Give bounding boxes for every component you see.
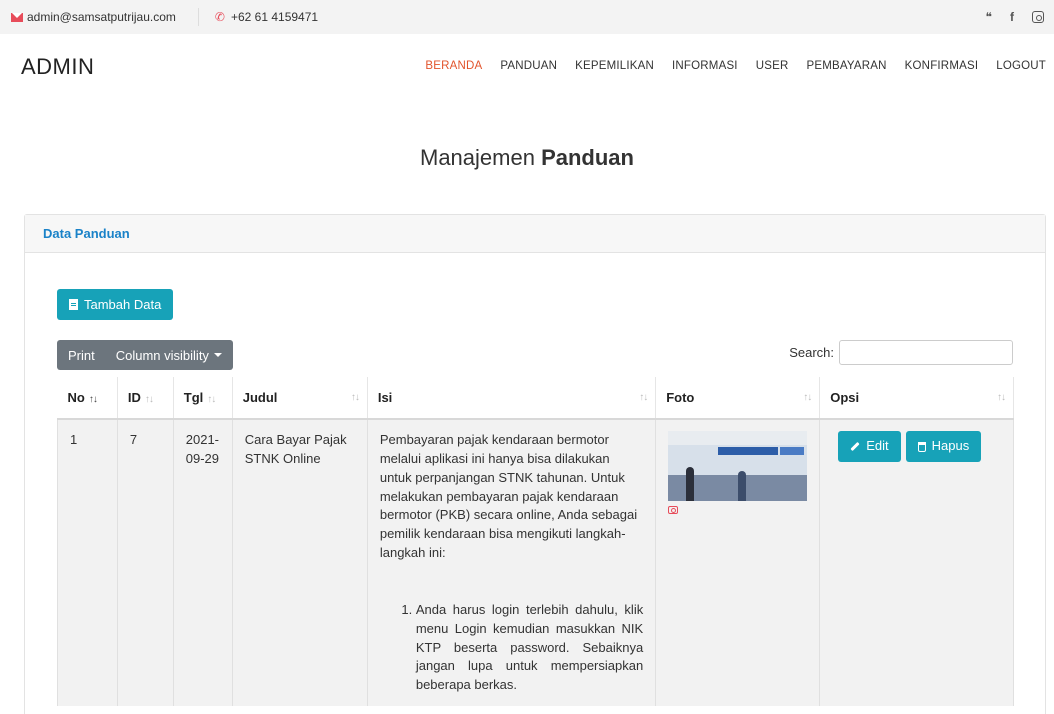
phone-text: +62 61 4159471 xyxy=(230,10,319,24)
isi-steps-list: Anda harus login terlebih dahulu, klik m… xyxy=(380,601,643,695)
sort-icon: ↑↓ xyxy=(639,392,648,403)
camera-icon[interactable] xyxy=(668,506,679,514)
facebook-icon[interactable]: f xyxy=(1010,10,1014,24)
cell-isi: Pembayaran pajak kendaraan bermotor mela… xyxy=(367,419,657,707)
nav-menu: BERANDA PANDUAN KEPEMILIKAN INFORMASI US… xyxy=(407,60,1046,72)
column-header-id[interactable]: ID ↑↓ xyxy=(117,377,174,420)
twitter-icon[interactable]: ❝ xyxy=(986,10,992,24)
table-export-buttons: Print Column visibility xyxy=(57,340,233,370)
data-card: Data Panduan Tambah Data Print Column vi… xyxy=(24,214,1046,714)
nav-item-logout[interactable]: LOGOUT xyxy=(996,60,1046,72)
isi-paragraph: Pembayaran pajak kendaraan bermotor mela… xyxy=(379,432,638,561)
search-input[interactable] xyxy=(839,340,1013,365)
cell-opsi: Edit Hapus xyxy=(819,419,1014,707)
pencil-icon xyxy=(850,441,860,452)
sort-icon: ↑↓ xyxy=(144,394,154,405)
top-contact-bar: admin@samsatputrijau.com ✆ +62 61 415947… xyxy=(0,0,1054,34)
table-header-row: No ↑↓ ID ↑↓ Tgl ↑↓ Judul ↑↓ Isi ↑↓ Foto ↑↓ Ops… xyxy=(57,377,1014,420)
sort-icon: ↑↓ xyxy=(997,392,1006,403)
column-header-judul[interactable]: Judul ↑↓ xyxy=(232,377,368,420)
email-text: admin@samsatputrijau.com xyxy=(27,10,176,24)
column-visibility-button[interactable]: Column visibility xyxy=(105,340,233,370)
cell-tgl-line1: 2021- xyxy=(185,432,219,447)
edit-button[interactable]: Edit xyxy=(838,431,901,462)
sort-icon: ↑↓ xyxy=(350,392,360,403)
add-data-button[interactable]: Tambah Data xyxy=(57,289,174,320)
nav-item-panduan[interactable]: PANDUAN xyxy=(500,60,557,72)
nav-item-kepemilikan[interactable]: KEPEMILIKAN xyxy=(575,60,654,72)
column-header-tgl[interactable]: Tgl ↑↓ xyxy=(173,377,233,420)
nav-item-beranda[interactable]: BERANDA xyxy=(425,60,482,72)
nav-item-informasi[interactable]: INFORMASI xyxy=(672,60,738,72)
nav-item-user[interactable]: USER xyxy=(756,60,789,72)
phone-icon: ✆ xyxy=(214,10,225,24)
contact-phone: ✆ +62 61 4159471 xyxy=(215,10,318,24)
table-row: 1 7 2021- 09-29 Cara Bayar Pajak STNK On… xyxy=(57,419,1014,707)
main-navbar: ADMIN BERANDA PANDUAN KEPEMILIKAN INFORM… xyxy=(0,46,1054,90)
isi-step-item: Anda harus login terlebih dahulu, klik m… xyxy=(416,601,643,695)
nav-item-pembayaran[interactable]: PEMBAYARAN xyxy=(806,60,886,72)
brand-logo[interactable]: ADMIN xyxy=(21,54,94,80)
page-title-prefix: Manajemen xyxy=(420,145,535,170)
nav-item-konfirmasi[interactable]: KONFIRMASI xyxy=(905,60,979,72)
card-header: Data Panduan xyxy=(25,215,1045,253)
card-header-title: Data Panduan xyxy=(43,226,130,241)
column-header-opsi[interactable]: Opsi ↑↓ xyxy=(819,377,1014,420)
column-header-foto[interactable]: Foto ↑↓ xyxy=(655,377,821,420)
search-label: Search: xyxy=(789,345,834,360)
caret-down-icon xyxy=(213,353,222,357)
row-actions: Edit Hapus xyxy=(832,431,1001,462)
page-title: Manajemen Panduan xyxy=(0,145,1054,171)
cell-foto xyxy=(655,419,821,707)
guide-photo[interactable] xyxy=(668,431,808,501)
column-header-no[interactable]: No ↑↓ xyxy=(57,377,118,420)
contact-email: admin@samsatputrijau.com xyxy=(11,10,176,24)
cell-tgl-line2: 09-29 xyxy=(185,450,219,466)
edit-label: Edit xyxy=(866,438,889,454)
print-button[interactable]: Print xyxy=(57,340,105,370)
social-links: ❝ f xyxy=(986,10,1044,24)
sort-icon: ↑↓ xyxy=(88,394,98,405)
envelope-icon xyxy=(11,12,23,22)
instagram-icon[interactable] xyxy=(1032,11,1044,23)
divider xyxy=(197,8,199,26)
sort-icon: ↑↓ xyxy=(207,394,216,405)
cell-judul: Cara Bayar Pajak STNK Online xyxy=(232,419,368,707)
file-icon xyxy=(69,299,78,310)
trash-icon xyxy=(917,441,926,452)
page-title-bold: Panduan xyxy=(541,145,634,170)
cell-id: 7 xyxy=(117,419,174,707)
panduan-table: No ↑↓ ID ↑↓ Tgl ↑↓ Judul ↑↓ Isi ↑↓ Foto ↑↓ Ops… xyxy=(57,377,1014,707)
sort-icon: ↑↓ xyxy=(803,392,812,403)
column-header-isi[interactable]: Isi ↑↓ xyxy=(367,377,657,420)
cell-tgl: 2021- 09-29 xyxy=(173,419,233,707)
delete-button[interactable]: Hapus xyxy=(905,431,982,462)
table-search: Search: xyxy=(789,340,1013,365)
cell-no: 1 xyxy=(57,419,118,707)
add-data-label: Tambah Data xyxy=(84,297,162,312)
print-label: Print xyxy=(68,347,95,363)
column-visibility-label: Column visibility xyxy=(115,347,209,363)
delete-label: Hapus xyxy=(931,438,970,454)
